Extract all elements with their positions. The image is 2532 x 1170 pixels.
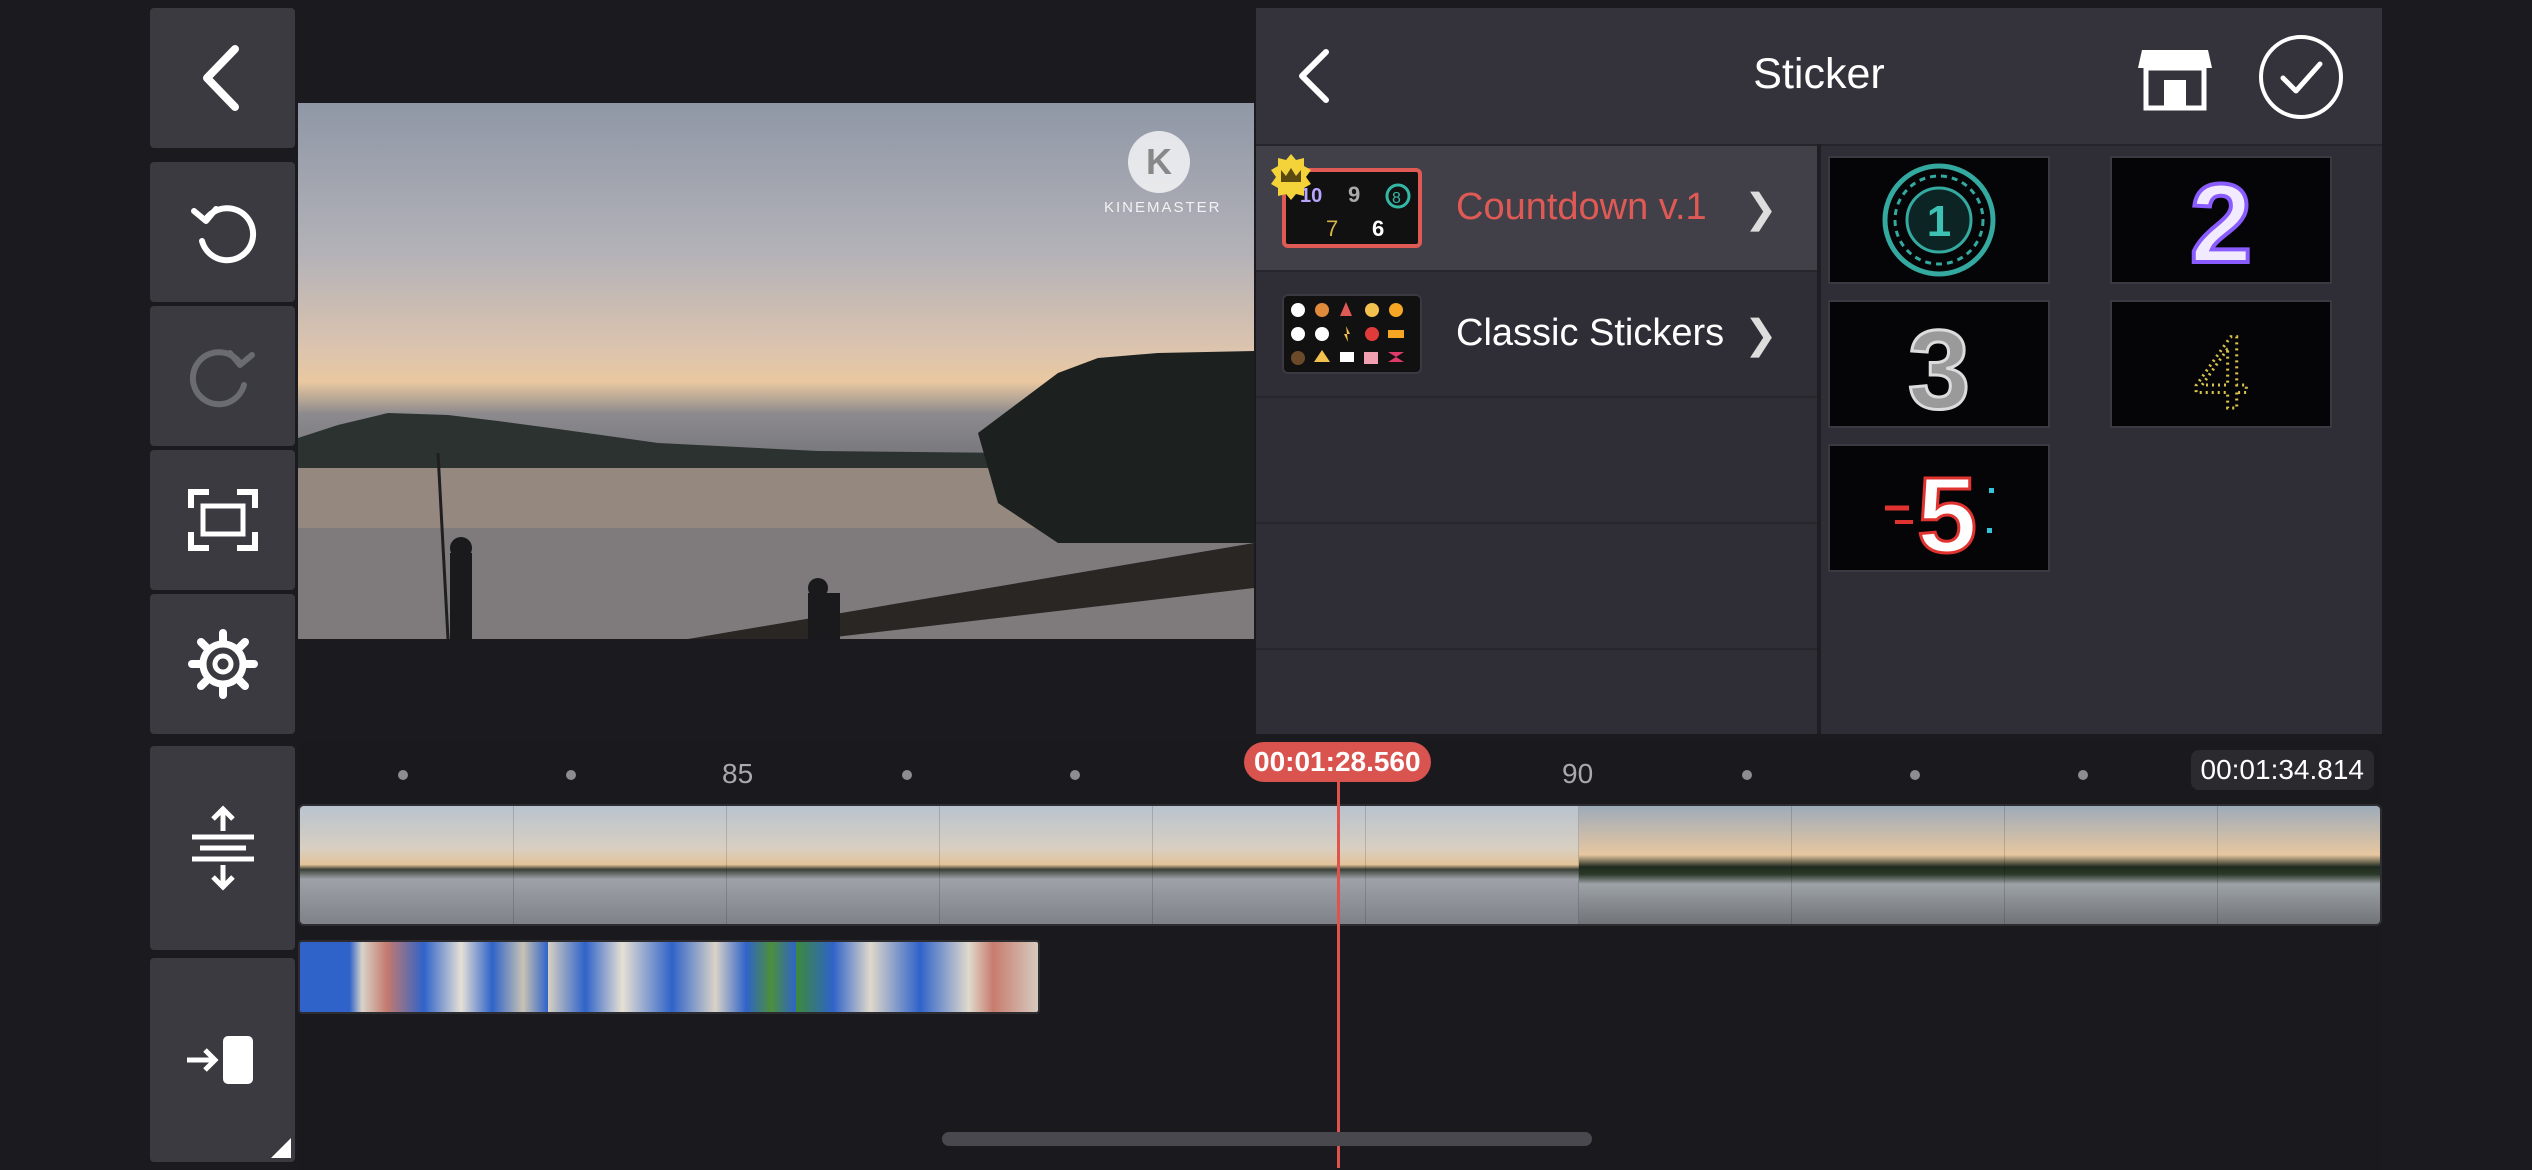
jump-to-start-icon — [186, 1036, 253, 1084]
confirm-button[interactable] — [2258, 34, 2344, 120]
checkmark-icon — [2259, 35, 2343, 119]
category-classic-stickers[interactable]: Classic Stickers ❯ — [1256, 272, 1817, 398]
timeline[interactable]: 85 90 00:01:34.814 00:01:28.560 — [298, 742, 2382, 1170]
tick-label: 85 — [722, 758, 754, 789]
tick-dot — [398, 770, 408, 780]
watermark-text: KINEMASTER — [1104, 199, 1222, 216]
classic-stickers-thumbnail — [1282, 294, 1422, 374]
premium-crown-icon — [1271, 154, 1311, 200]
tick-label: 90 — [1562, 758, 1594, 789]
sticker-countdown-2[interactable]: 2 — [2110, 156, 2332, 284]
sticker-panel: Sticker 10 9 8 7 6 Countdown v.1 ❯ Class… — [1256, 8, 2382, 734]
sticker-countdown-1[interactable]: 1 — [1828, 156, 2050, 284]
overlay-frame — [424, 942, 548, 1012]
sticker-countdown-4[interactable]: 4 — [2110, 300, 2332, 428]
video-frame — [727, 806, 940, 924]
store-icon — [2138, 50, 2212, 111]
overlay-frame — [672, 942, 796, 1012]
sticker-countdown-5[interactable]: 5 — [1828, 444, 2050, 572]
thumb-8: 8 — [1392, 190, 1401, 207]
tick-dot — [566, 770, 576, 780]
expand-tracks-button[interactable] — [150, 746, 295, 950]
tick-dot — [1070, 770, 1080, 780]
back-button[interactable] — [150, 8, 295, 148]
overlay-clip-track[interactable] — [298, 940, 1040, 1014]
back-arrow-icon — [202, 45, 239, 111]
video-frame — [1792, 806, 2005, 924]
category-empty-row — [1256, 398, 1817, 524]
sticker-panel-header: Sticker — [1256, 8, 2382, 146]
fullscreen-button[interactable] — [150, 450, 295, 590]
overlay-frame — [920, 942, 1038, 1012]
video-preview[interactable]: K KINEMASTER — [298, 103, 1254, 639]
tick-dot — [1910, 770, 1920, 780]
thumb-9: 9 — [1348, 182, 1360, 207]
sticker-glyph: 2 — [2190, 161, 2252, 280]
sticker-glyph: 4 — [2194, 313, 2248, 424]
sticker-glyph: 1 — [1927, 197, 1951, 246]
undo-icon — [190, 205, 256, 264]
overlay-frame — [300, 942, 424, 1012]
video-frame — [1579, 806, 1792, 924]
category-label: Countdown v.1 — [1456, 186, 1707, 228]
fullscreen-icon — [187, 489, 258, 551]
video-frame — [300, 806, 514, 924]
sticker-glyph: 3 — [1908, 307, 1970, 424]
category-countdown-v1[interactable]: 10 9 8 7 6 Countdown v.1 ❯ — [1256, 146, 1817, 272]
video-frame — [2218, 806, 2380, 924]
sticker-glyph: 5 — [1917, 454, 1977, 568]
chevron-right-icon: ❯ — [1744, 187, 1778, 231]
thumb-6: 6 — [1372, 216, 1384, 241]
panel-divider — [1817, 144, 1821, 734]
redo-icon — [189, 349, 255, 408]
tick-dot — [2078, 770, 2088, 780]
undo-button[interactable] — [150, 162, 295, 302]
tick-dot — [902, 770, 912, 780]
jump-to-start-button[interactable] — [150, 958, 295, 1162]
corner-resize-icon — [271, 1138, 291, 1158]
sticker-countdown-3[interactable]: 3 — [1828, 300, 2050, 428]
kinemaster-watermark: K KINEMASTER — [1104, 131, 1220, 217]
asset-store-button[interactable] — [2136, 44, 2214, 112]
redo-button[interactable] — [150, 306, 295, 446]
expand-tracks-icon — [191, 805, 254, 891]
playhead[interactable] — [1337, 778, 1340, 1168]
video-frame — [940, 806, 1153, 924]
chevron-right-icon: ❯ — [1744, 313, 1778, 357]
overlay-frame — [796, 942, 920, 1012]
category-empty-row — [1256, 524, 1817, 650]
kinemaster-logo-icon: K — [1128, 131, 1190, 193]
settings-button[interactable] — [150, 594, 295, 734]
end-time-label: 00:01:34.814 — [2190, 750, 2374, 790]
video-frame — [514, 806, 727, 924]
timeline-scrollbar[interactable] — [942, 1132, 1592, 1146]
playhead-time-label: 00:01:28.560 — [1244, 742, 1431, 782]
video-frame — [1153, 806, 1366, 924]
gear-icon — [187, 629, 258, 699]
video-frame — [2005, 806, 2218, 924]
tick-dot — [1742, 770, 1752, 780]
category-label: Classic Stickers — [1456, 312, 1725, 354]
video-frame — [1366, 806, 1579, 924]
thumb-7: 7 — [1326, 216, 1338, 241]
video-clip-track[interactable] — [298, 804, 2382, 926]
overlay-frame — [548, 942, 672, 1012]
